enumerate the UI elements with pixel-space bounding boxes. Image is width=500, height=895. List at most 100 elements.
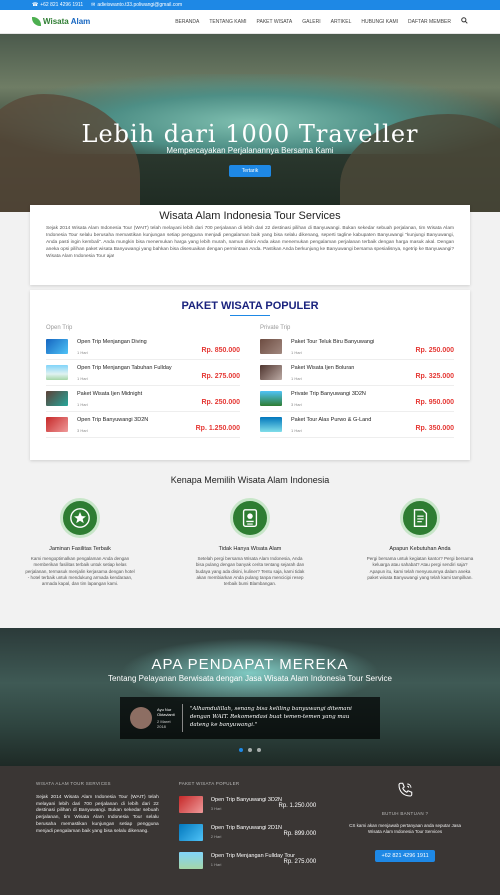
package-price: Rp. 250.000: [415, 347, 454, 354]
feature-text: Kami mengoptimalkan pengalaman Anda deng…: [25, 556, 135, 587]
id-card-icon: [230, 498, 270, 538]
call-button[interactable]: +62 821 4296 1911: [375, 849, 436, 862]
nav-tentang-kami[interactable]: TENTANG KAMI: [209, 17, 246, 27]
packages-title: PAKET WISATA POPULER: [181, 300, 319, 312]
testimonial-quote-box: Ayu Nur Oktavianti 2 Maret 2018 "Alhamdu…: [120, 697, 380, 739]
email-text: adieiswanto.t33.poliwangi@gmail.com: [97, 2, 183, 8]
list-item[interactable]: Open Trip Menjangan Diving 1 Hari Rp. 850…: [46, 334, 240, 360]
intro-card: Wisata Alam Indonesia Tour Services Seja…: [30, 205, 470, 285]
package-thumbnail: [46, 339, 68, 354]
package-thumbnail: [46, 391, 68, 406]
package-price: Rp. 250.000: [201, 399, 240, 406]
top-bar: ☎ +62 821 4296 1911 ✉ adieiswanto.t33.poli…: [0, 0, 500, 10]
list-item[interactable]: Paket Wisata Ijen Midnight 1 Hari Rp. 250…: [46, 386, 240, 412]
testimonial-section: APA PENDAPAT MEREKA Tentang Pelayanan Be…: [0, 628, 500, 766]
logo[interactable]: Wisata Alam: [32, 17, 90, 26]
why-title: Kenapa Memilih Wisata Alam Indonesia: [170, 475, 330, 485]
package-name: Open Trip Banyuwangi 3D2N: [77, 416, 149, 423]
feature-best-facilities: Jaminan Fasilitas Terbaik Kami mengoptim…: [25, 498, 135, 587]
nav-paket-wisata[interactable]: PAKET WISATA: [257, 17, 293, 27]
list-item[interactable]: Open Trip Menjangan Tabuhan Fullday 1 Har…: [46, 360, 240, 386]
open-trip-label: Open Trip: [46, 325, 73, 331]
footer-packages: PAKET WISATA POPULER Open Trip Banyuwang…: [178, 781, 317, 880]
navbar: Wisata Alam BERANDA TENTANG KAMI PAKET WI…: [0, 10, 500, 34]
package-thumbnail: [260, 365, 282, 380]
list-item[interactable]: Private Trip Banyuwangi 3D2N 3 Hari Rp. 9…: [260, 386, 454, 412]
feature-text: Setelah pergi bersama Wisata Alam Indone…: [195, 556, 305, 587]
package-thumbnail: [178, 795, 203, 813]
package-thumbnail: [46, 365, 68, 380]
intro-text: Sejak 2014 Wisata Alam Indonesia Tour (W…: [46, 226, 455, 259]
reviewer-info: Ayu Nur Oktavianti 2 Maret 2018: [157, 707, 175, 730]
why-choose-section: Kenapa Memilih Wisata Alam Indonesia Jam…: [0, 475, 500, 587]
package-name: Paket Wisata Ijen Midnight: [77, 390, 143, 397]
hero-title: Lebih dari 1000 Traveller: [81, 120, 419, 148]
package-name: Paket Wisata Ijen Boluran: [291, 364, 355, 371]
package-thumbnail: [178, 851, 203, 869]
list-item[interactable]: Paket Tour Alas Purwo & G-Land 1 Hari Rp.…: [260, 412, 454, 438]
phone-contact[interactable]: ☎ +62 821 4296 1911: [32, 2, 83, 8]
package-name: Open Trip Banyuwangi 3D2N: [210, 797, 282, 804]
intro-title: Wisata Alam Indonesia Tour Services: [159, 210, 341, 222]
title-underline: [230, 315, 270, 316]
footer-help: BUTUH BANTUAN ? CS kami akan menjawab pe…: [346, 781, 464, 880]
feature-title: Tidak Hanya Wisata Alam: [218, 546, 282, 552]
footer-about-title: WISATA ALAM TOUR SERVICES: [36, 781, 111, 786]
package-price: Rp. 950.000: [415, 399, 454, 406]
open-trip-column: Open Trip Open Trip Menjangan Diving 1 Ha…: [46, 325, 240, 438]
package-price: Rp. 275.000: [283, 859, 317, 865]
list-item[interactable]: Open Trip Banyuwangi 3D2N 3 Hari Rp. 1.25…: [46, 412, 240, 438]
list-item[interactable]: Paket Wisata Ijen Boluran 1 Hari Rp. 325.…: [260, 360, 454, 386]
package-thumbnail: [178, 823, 203, 841]
package-name: Open Trip Menjangan Diving: [77, 338, 147, 345]
nav-beranda[interactable]: BERANDA: [175, 17, 199, 27]
package-thumbnail: [260, 391, 282, 406]
hero-subtitle: Mempercayakan Perjalanannya Bersama Kami: [166, 146, 334, 155]
feature-not-only-nature: Tidak Hanya Wisata Alam Setelah pergi be…: [195, 498, 305, 587]
nav-galeri[interactable]: GALERI: [302, 17, 320, 27]
feature-any-needs: Apapun Kebutuhan Anda Pergi bersama untu…: [365, 498, 475, 587]
reviewer-name: Ayu Nur Oktavianti: [157, 706, 175, 717]
footer-packages-title: PAKET WISATA POPULER: [178, 781, 240, 786]
package-duration: 2 Hari: [210, 833, 222, 839]
review-date: 2 Maret 2018: [157, 719, 171, 730]
feature-text: Pergi bersama untuk kegiatan kantor? Per…: [366, 556, 474, 580]
list-item[interactable]: Paket Tour Teluk Biru Banyuwangi 1 Hari R…: [260, 334, 454, 360]
logo-text-2: Alam: [70, 17, 91, 26]
package-name: Open Trip Banyuwangi 2D1N: [210, 825, 282, 832]
footer: WISATA ALAM TOUR SERVICES Sejak 2014 Wis…: [0, 766, 500, 895]
star-icon: [60, 498, 100, 538]
logo-text-1: Wisata: [43, 17, 69, 26]
package-name: Private Trip Banyuwangi 3D2N: [291, 390, 366, 397]
package-thumbnail: [46, 417, 68, 432]
carousel-dot[interactable]: [257, 748, 261, 752]
email-icon: ✉: [91, 2, 96, 8]
search-icon[interactable]: [461, 15, 468, 28]
nav-hubungi-kami[interactable]: HUBUNGI KAMI: [361, 17, 398, 27]
package-name: Paket Tour Alas Purwo & G-Land: [291, 416, 372, 423]
list-item[interactable]: Open Trip Menjangan Fullday Tour 1 Hari R…: [178, 850, 317, 870]
hero-banner: Lebih dari 1000 Traveller Mempercayakan …: [0, 34, 500, 212]
nav-artikel[interactable]: ARTIKEL: [331, 17, 352, 27]
testimonial-text: "Alhamdulillah, senang bisa keliling ban…: [189, 706, 352, 728]
package-duration: 3 Hari: [210, 805, 222, 811]
help-title: BUTUH BANTUAN ?: [381, 811, 429, 816]
hero-cta-button[interactable]: Tertarik: [229, 165, 271, 177]
list-item[interactable]: Open Trip Banyuwangi 2D1N 2 Hari Rp. 899.…: [178, 822, 317, 842]
document-icon: [400, 498, 440, 538]
package-price: Rp. 350.000: [415, 425, 454, 432]
carousel-dot[interactable]: [239, 748, 243, 752]
avatar: [130, 707, 152, 729]
nav-daftar-member[interactable]: DAFTAR MEMBER: [408, 17, 451, 27]
testimonial-title: APA PENDAPAT MEREKA: [151, 656, 349, 673]
phone-text: +62 821 4296 1911: [40, 2, 84, 8]
package-name: Open Trip Menjangan Fullday Tour: [210, 853, 296, 860]
main-menu: BERANDA TENTANG KAMI PAKET WISATA GALERI…: [175, 15, 468, 28]
package-thumbnail: [260, 417, 282, 432]
carousel-dot[interactable]: [248, 748, 252, 752]
email-contact[interactable]: ✉ adieiswanto.t33.poliwangi@gmail.com: [91, 2, 182, 8]
leaf-logo-icon: [32, 17, 41, 26]
list-item[interactable]: Open Trip Banyuwangi 3D2N 3 Hari Rp. 1.25…: [178, 794, 316, 814]
package-price: Rp. 899.000: [283, 831, 317, 837]
package-price: Rp. 1.250.000: [195, 425, 240, 432]
